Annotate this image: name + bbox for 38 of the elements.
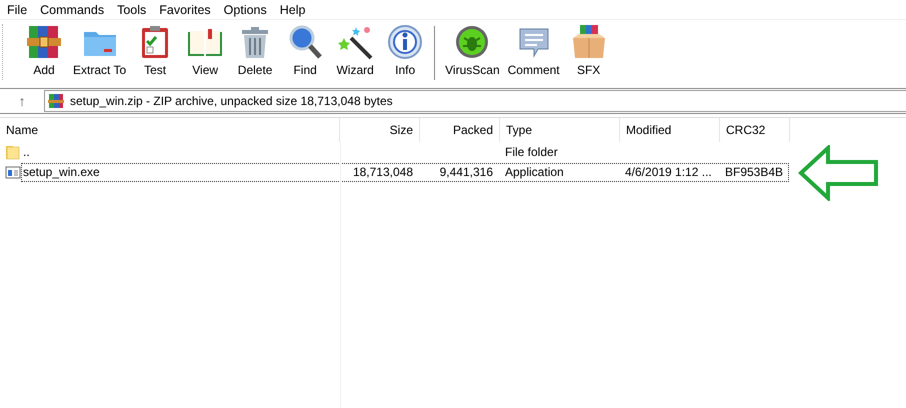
menu-item[interactable]: Tools xyxy=(117,2,154,16)
toolbar-button[interactable]: VirusScan xyxy=(441,24,504,77)
application-icon xyxy=(5,164,21,180)
toolbar-button[interactable]: Info xyxy=(380,24,430,77)
toolbar-button[interactable]: Add xyxy=(19,24,69,77)
toolbar-button[interactable]: SFX xyxy=(564,24,614,77)
table-cell: 4/6/2019 1:12 ... xyxy=(625,165,712,179)
table-cell: setup_win.exe xyxy=(23,165,100,179)
toolbar-button[interactable]: Comment xyxy=(504,24,564,77)
menu-item[interactable]: Commands xyxy=(40,2,112,16)
up-button[interactable]: ↑ xyxy=(0,92,44,110)
table-cell: Application xyxy=(505,165,564,179)
bug-icon xyxy=(454,24,490,60)
table-cell: 9,441,316 xyxy=(440,165,493,179)
menu-item[interactable]: Help xyxy=(280,2,314,16)
toolbar-button[interactable]: Test xyxy=(130,24,180,77)
menu-item[interactable]: File xyxy=(7,2,36,16)
toolbar-button[interactable]: View xyxy=(180,24,230,77)
table-cell: 18,713,048 xyxy=(352,165,413,179)
table-cell: File folder xyxy=(505,145,558,159)
file-row[interactable]: .. File folder xyxy=(21,142,789,162)
table-cell: BF953B4B xyxy=(725,165,784,179)
books-icon xyxy=(26,24,62,60)
toolbar-button[interactable]: Find xyxy=(280,24,330,77)
file-row[interactable]: setup_win.exe 18,713,048 9,441,316 Application 4/6/2019 1:12 ... BF953B4B xyxy=(21,162,789,182)
wand-icon xyxy=(337,24,374,60)
search-icon xyxy=(287,24,324,60)
table-cell: .. xyxy=(23,145,30,159)
toolbar-button[interactable]: Delete xyxy=(230,24,280,77)
toolbar-button[interactable]: Wizard xyxy=(330,24,380,77)
address-field[interactable]: setup_win.zip - ZIP archive, unpacked size 18,713,048 bytes xyxy=(44,90,906,112)
menu-item[interactable]: Favorites xyxy=(159,2,219,16)
archive-icon xyxy=(48,93,64,109)
info-icon xyxy=(387,24,424,60)
toolbar-button[interactable]: Extract To xyxy=(69,24,130,77)
box-icon xyxy=(570,24,607,60)
menu-item[interactable]: Options xyxy=(224,2,275,16)
folder-icon xyxy=(5,144,21,160)
